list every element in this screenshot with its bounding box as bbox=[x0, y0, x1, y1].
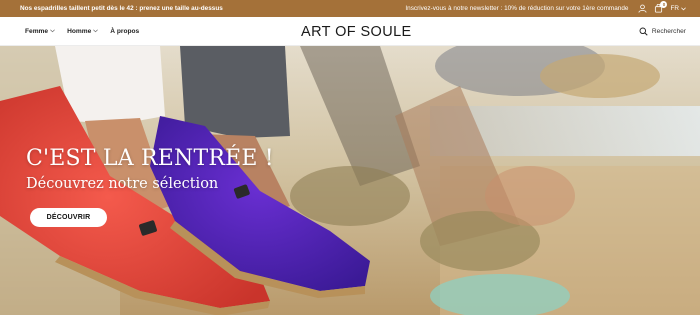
nav-item-a-propos[interactable]: À propos bbox=[110, 28, 139, 35]
nav-item-homme[interactable]: Homme bbox=[67, 27, 99, 35]
search-label: Rechercher bbox=[651, 27, 686, 35]
cart-count-badge: 0 bbox=[660, 1, 668, 8]
nav-item-femme[interactable]: Femme bbox=[25, 28, 55, 35]
search-button[interactable]: Rechercher bbox=[566, 27, 686, 36]
newsletter-link[interactable]: Inscrivez-vous à notre newsletter : 10% … bbox=[405, 5, 628, 12]
main-nav: Femme Homme À propos bbox=[25, 28, 225, 35]
announcement-left-text: Nos espadrilles taillent petit dès le 42… bbox=[20, 5, 223, 12]
language-label: FR bbox=[670, 5, 679, 12]
nav-item-label: À propos bbox=[110, 27, 140, 35]
nav-item-label: Femme bbox=[25, 27, 49, 35]
hero-title: C'EST LA RENTRÉE ! bbox=[26, 146, 274, 171]
chevron-down-icon bbox=[50, 29, 55, 33]
announcement-bar: Nos espadrilles taillent petit dès le 42… bbox=[0, 0, 700, 17]
hero-subtitle: Découvrez notre sélection bbox=[26, 176, 219, 192]
chevron-down-icon bbox=[681, 6, 686, 10]
nav-item-label: Homme bbox=[67, 27, 92, 35]
cart-button[interactable]: 0 bbox=[654, 1, 668, 13]
site-header: Femme Homme À propos ART OF SOULE Recher… bbox=[0, 17, 700, 46]
account-icon[interactable] bbox=[638, 4, 647, 13]
chevron-down-icon bbox=[93, 29, 99, 33]
site-logo[interactable]: ART OF SOULE bbox=[301, 24, 412, 40]
hero-banner: C'EST LA RENTRÉE ! Découvrez notre sélec… bbox=[0, 46, 700, 315]
search-icon bbox=[639, 27, 648, 36]
discover-button[interactable]: DÉCOUVRIR bbox=[30, 208, 107, 227]
language-selector[interactable]: FR bbox=[670, 5, 686, 12]
